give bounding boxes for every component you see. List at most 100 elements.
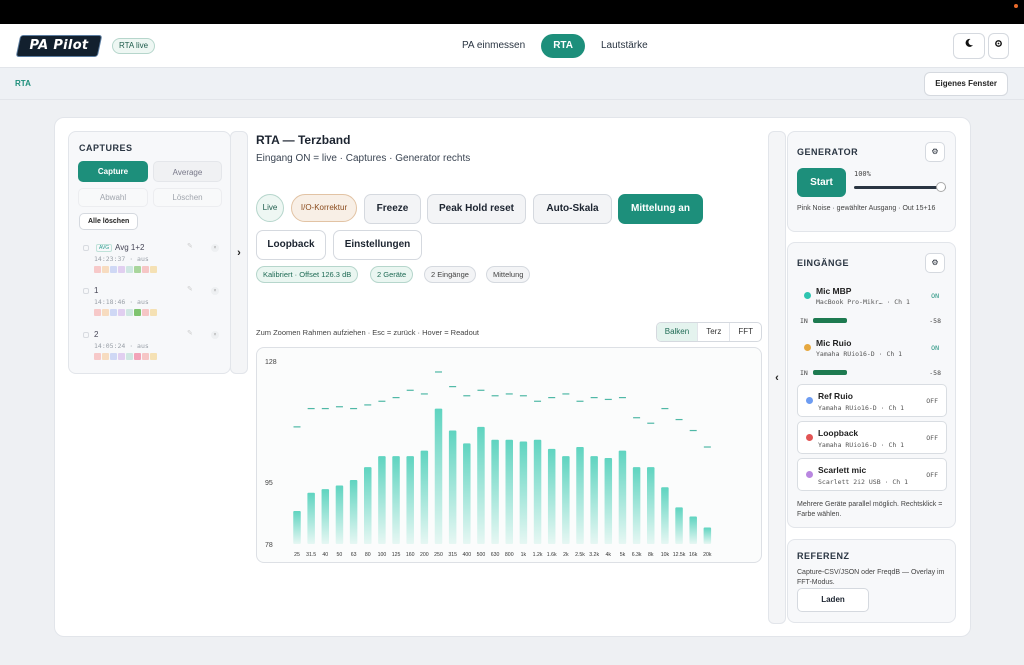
nav-lautstaerke[interactable]: Lautstärke [591, 34, 658, 58]
input-state-toggle[interactable]: OFF [926, 471, 938, 479]
input-color-dot[interactable] [806, 397, 813, 404]
capture-checkbox[interactable] [83, 245, 89, 251]
rta-bar[interactable] [448, 430, 457, 544]
inputs-settings-button[interactable]: ⚙ [925, 253, 945, 273]
rta-bar[interactable] [675, 507, 683, 544]
capture-color-swatches[interactable] [94, 309, 157, 316]
rta-bar[interactable] [562, 456, 570, 544]
rta-bar[interactable] [505, 439, 514, 544]
rta-bar[interactable] [632, 467, 641, 544]
input-color-dot[interactable] [804, 292, 811, 299]
view-third-octave[interactable]: Terz [697, 323, 729, 341]
generator-description: Pink Noise · gewählter Ausgang · Out 15+… [797, 205, 936, 212]
rta-chart-svg[interactable]: 128 95 78 25 31.5 40 50 63 80 100 125 160 200 250 315… [257, 348, 761, 562]
capture-color-swatches[interactable] [94, 266, 157, 273]
tab-capture[interactable]: Capture [78, 161, 148, 182]
rta-bar[interactable] [434, 408, 443, 544]
rta-bar[interactable] [307, 492, 315, 544]
expand-left-handle[interactable]: › [230, 131, 248, 374]
own-window-button[interactable]: Eigenes Fenster [924, 72, 1008, 96]
rta-bar[interactable] [392, 456, 400, 544]
freeze-button[interactable]: Freeze [364, 194, 421, 224]
capture-checkbox[interactable] [83, 288, 89, 294]
rta-bar[interactable] [406, 456, 414, 544]
capture-item[interactable]: AVG Avg 1+2 14:23:37 · aus ✎ × [77, 242, 227, 282]
input-row-mic-ruio[interactable]: Mic Ruio Yamaha RUio16-D · Ch 1 ON IN -5… [797, 337, 947, 385]
volume-slider[interactable] [854, 186, 946, 189]
rta-bar[interactable] [590, 456, 598, 544]
delete-all-button[interactable]: Alle löschen [79, 213, 139, 230]
remove-icon[interactable]: × [211, 331, 219, 339]
generator-settings-button[interactable]: ⚙ [925, 142, 945, 162]
deselect-button[interactable]: Abwahl [78, 188, 148, 207]
volume-slider-handle[interactable] [936, 182, 946, 192]
view-bars[interactable]: Balken [656, 323, 698, 341]
input-state-toggle[interactable]: OFF [926, 397, 938, 405]
input-state-toggle[interactable]: ON [931, 344, 939, 352]
rta-bar[interactable] [335, 485, 344, 544]
auto-scale-button[interactable]: Auto-Skala [533, 194, 612, 224]
input-row-loopback[interactable]: Loopback Yamaha RUio16-D · Ch 1 OFF [797, 421, 947, 454]
capture-item[interactable]: 2 14:05:24 · aus ✎ × [77, 329, 227, 369]
settings-open-button[interactable]: Einstellungen [333, 230, 422, 260]
rta-bar[interactable] [547, 448, 556, 544]
input-state-toggle[interactable]: OFF [926, 434, 938, 442]
peak-hold-reset-button[interactable]: Peak Hold reset [427, 194, 526, 224]
tab-average[interactable]: Average [153, 161, 222, 182]
edit-icon[interactable]: ✎ [187, 285, 193, 293]
capture-name: 2 [94, 330, 99, 339]
view-fft[interactable]: FFT [729, 323, 761, 341]
input-row-scarlett[interactable]: Scarlett mic Scarlett 2i2 USB · Ch 1 OFF [797, 458, 947, 491]
load-reference-button[interactable]: Laden [797, 588, 869, 612]
input-color-dot[interactable] [804, 344, 811, 351]
input-name: Mic Ruio [816, 338, 852, 348]
rta-bar[interactable] [378, 456, 386, 544]
rta-bar[interactable] [477, 426, 485, 544]
rta-bar[interactable] [689, 516, 697, 544]
rta-bar[interactable] [364, 467, 372, 544]
rta-bar[interactable] [321, 489, 330, 544]
input-color-dot[interactable] [806, 434, 813, 441]
nav-rta[interactable]: RTA [541, 34, 585, 58]
rta-bar[interactable] [349, 479, 358, 544]
rta-bar[interactable] [533, 439, 542, 544]
theme-toggle-button[interactable] [953, 33, 985, 59]
collapse-right-handle[interactable]: ‹ [768, 131, 786, 624]
rta-bar[interactable] [491, 439, 499, 544]
rta-bar[interactable] [661, 487, 669, 544]
averaging-button[interactable]: Mittelung an [618, 194, 703, 224]
rta-bar[interactable] [604, 457, 613, 544]
settings-button[interactable] [988, 33, 1009, 59]
app-logo[interactable]: PA Pilot [15, 35, 103, 57]
edit-icon[interactable]: ✎ [187, 329, 193, 337]
rta-bar[interactable] [293, 511, 301, 544]
nav-pa-einmessen[interactable]: PA einmessen [452, 34, 535, 58]
capture-item[interactable]: 1 14:18:46 · aus ✎ × [77, 285, 227, 325]
edit-icon[interactable]: ✎ [187, 242, 193, 250]
chevron-left-icon: ‹ [775, 372, 779, 384]
delete-button[interactable]: Löschen [153, 188, 222, 207]
inputs-title: EINGÄNGE [797, 258, 850, 268]
input-row-mic-mbp[interactable]: Mic MBP MacBook Pro-Mikr… · Ch 1 ON IN -… [797, 285, 947, 333]
loopback-button[interactable]: Loopback [256, 230, 326, 260]
rta-bar[interactable] [420, 450, 429, 544]
rta-bar[interactable] [703, 527, 712, 544]
rta-bar[interactable] [463, 443, 471, 544]
io-correction-pill[interactable]: I/O-Korrektur [291, 194, 357, 222]
rta-chart[interactable]: 128 95 78 25 31.5 40 50 63 80 100 125 160 200 250 315… [256, 347, 762, 563]
input-state-toggle[interactable]: ON [931, 292, 939, 300]
live-status-pill[interactable]: Live [256, 194, 284, 222]
input-color-dot[interactable] [806, 471, 813, 478]
capture-color-swatches[interactable] [94, 353, 157, 360]
live-badge: RTA live [112, 38, 156, 54]
rta-bar[interactable] [647, 467, 655, 544]
rta-bar[interactable] [576, 447, 584, 544]
generator-start-button[interactable]: Start [797, 168, 846, 197]
meter-value: -58 [929, 369, 941, 377]
rta-bar[interactable] [618, 450, 627, 544]
input-row-ref-ruio[interactable]: Ref Ruio Yamaha RUio16-D · Ch 1 OFF [797, 384, 947, 417]
remove-icon[interactable]: × [211, 244, 219, 252]
remove-icon[interactable]: × [211, 287, 219, 295]
capture-checkbox[interactable] [83, 332, 89, 338]
rta-bar[interactable] [519, 441, 528, 544]
